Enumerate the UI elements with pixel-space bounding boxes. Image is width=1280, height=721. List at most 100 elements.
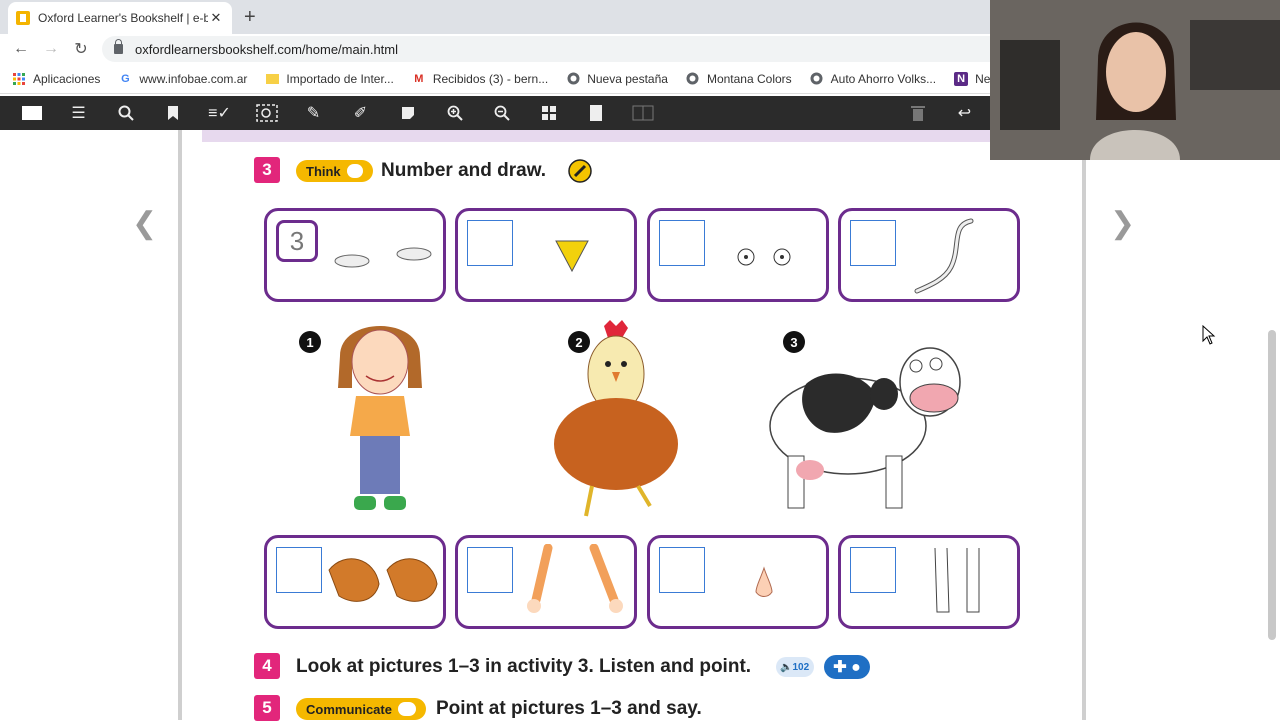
google-icon: G xyxy=(121,72,130,85)
activity-title: Point at pictures 1–3 and say. xyxy=(436,698,702,719)
delete-button[interactable] xyxy=(894,96,941,130)
bookmark-new-tab[interactable]: Nueva pestaña xyxy=(566,72,668,86)
bookmark-imported[interactable]: Importado de Inter... xyxy=(265,71,394,86)
bookmark-infobae[interactable]: G www.infobae.com.ar xyxy=(118,72,247,86)
activity-number-badge: 4 xyxy=(254,653,280,679)
back-button[interactable]: ← xyxy=(6,40,36,58)
pencil-icon xyxy=(568,159,592,183)
beak-drawing xyxy=(555,240,589,273)
answer-card-arms xyxy=(455,535,637,629)
forward-button[interactable]: → xyxy=(36,40,66,58)
grid-icon xyxy=(541,106,556,120)
next-page-arrow-icon[interactable]: ❯ xyxy=(1110,206,1135,241)
answer-box[interactable] xyxy=(659,547,705,593)
bookshelf-favicon-icon xyxy=(16,11,30,25)
previous-page-arrow-icon[interactable]: ❮ xyxy=(132,206,157,241)
gmail-icon: M xyxy=(414,72,424,85)
page-view-icon xyxy=(21,106,42,120)
zoom-in-icon xyxy=(447,105,463,121)
answer-card-beak xyxy=(455,208,637,302)
round-eyes-drawing xyxy=(737,248,791,266)
trash-icon xyxy=(910,106,925,121)
note-button[interactable] xyxy=(384,96,431,130)
globe-icon xyxy=(566,72,580,86)
reload-button[interactable]: ↻ xyxy=(66,39,96,59)
bookmark-auto-ahorro[interactable]: Auto Ahorro Volks... xyxy=(810,72,936,86)
answer-card-legs xyxy=(838,535,1020,629)
lock-icon xyxy=(114,39,123,54)
checklist-button[interactable]: ≡✓ xyxy=(196,96,243,130)
tag-label: Think xyxy=(306,163,341,179)
answer-box[interactable] xyxy=(467,220,513,266)
answer-box[interactable] xyxy=(276,547,322,593)
browser-tab[interactable]: Oxford Learner's Bookshelf | e-bc ✕ xyxy=(8,2,232,34)
new-tab-button[interactable]: + xyxy=(244,6,256,29)
page-border-right xyxy=(1082,130,1086,720)
game-button[interactable]: ✚ ● xyxy=(824,655,870,679)
bookmark-gmail[interactable]: M Recibidos (3) - bern... xyxy=(412,72,548,86)
closed-eyes-drawing xyxy=(334,247,432,268)
tail-drawing xyxy=(914,218,974,294)
zoom-out-button[interactable] xyxy=(478,96,525,130)
bookmark-button[interactable] xyxy=(149,96,196,130)
bookmark-label: Auto Ahorro Volks... xyxy=(830,71,937,86)
zoom-in-button[interactable] xyxy=(431,96,478,130)
bookmark-label: Nueva pestaña xyxy=(587,71,668,86)
address-bar[interactable]: oxfordlearnersbookshelf.com/home/main.ht… xyxy=(102,36,1002,62)
bookmark-label: www.infobae.com.ar xyxy=(139,71,248,86)
dual-page-button[interactable] xyxy=(619,96,666,130)
table-of-contents-button[interactable]: ☰ xyxy=(55,96,102,130)
back-navigation-button[interactable]: ↩ xyxy=(941,96,988,130)
audio-track-number: 102 xyxy=(792,661,810,673)
mouse-cursor-icon xyxy=(1202,325,1216,345)
presenter-video xyxy=(990,0,1280,160)
wings-drawing xyxy=(328,558,438,602)
scrollbar-thumb[interactable] xyxy=(1268,330,1276,640)
bookmark-icon xyxy=(167,106,178,120)
highlighter-button[interactable]: ✐ xyxy=(337,96,384,130)
answer-box[interactable] xyxy=(850,220,896,266)
pen-button[interactable]: ✎ xyxy=(290,96,337,130)
activity-number-badge: 5 xyxy=(254,695,280,721)
dual-page-icon xyxy=(632,105,653,121)
answer-card-eyes xyxy=(647,208,829,302)
activity-number-badge: 3 xyxy=(254,157,280,183)
page-top-band xyxy=(202,130,1002,142)
answer-card-tail xyxy=(838,208,1020,302)
undo-arrow-icon: ↩ xyxy=(957,105,972,122)
answer-box[interactable] xyxy=(850,547,896,593)
zoom-out-icon xyxy=(494,105,510,121)
answer-card-eyes-closed: 3 xyxy=(264,208,446,302)
blank-page-button[interactable] xyxy=(572,96,619,130)
url-text: oxfordlearnersbookshelf.com/home/main.ht… xyxy=(135,41,399,57)
checklist-icon: ≡✓ xyxy=(208,105,231,122)
close-tab-icon[interactable]: ✕ xyxy=(208,10,224,26)
bookmark-montana[interactable]: Montana Colors xyxy=(686,72,792,86)
pen-icon: ✎ xyxy=(306,105,321,122)
snapshot-button[interactable] xyxy=(243,96,290,130)
webcam-overlay xyxy=(990,0,1280,160)
search-icon xyxy=(118,105,134,121)
globe-icon xyxy=(810,72,824,86)
search-button[interactable] xyxy=(102,96,149,130)
grid-view-button[interactable] xyxy=(525,96,572,130)
bookmark-label: Importado de Inter... xyxy=(286,71,394,86)
answer-box[interactable] xyxy=(467,547,513,593)
tag-label: Communicate xyxy=(306,701,392,717)
cow-illustration xyxy=(769,347,961,509)
single-page-view-button[interactable] xyxy=(8,96,55,130)
hen-illustration xyxy=(554,320,678,517)
activity-title: Look at pictures 1–3 in activity 3. List… xyxy=(296,656,752,677)
zoom-area-icon xyxy=(255,104,278,122)
apps-grid-icon xyxy=(12,72,26,86)
bookmark-label: Montana Colors xyxy=(706,71,792,86)
girl-illustration xyxy=(338,326,422,510)
thought-bubble-icon xyxy=(346,164,363,178)
answer-card-feathers xyxy=(264,535,446,629)
audio-button[interactable]: 🔈 102 xyxy=(776,657,814,677)
folder-icon xyxy=(265,72,279,86)
speaker-icon: 🔈 xyxy=(780,661,793,673)
answer-box[interactable] xyxy=(659,220,705,266)
communicate-tag: Communicate xyxy=(296,698,426,720)
bookmark-apps[interactable]: Aplicaciones xyxy=(12,72,100,86)
